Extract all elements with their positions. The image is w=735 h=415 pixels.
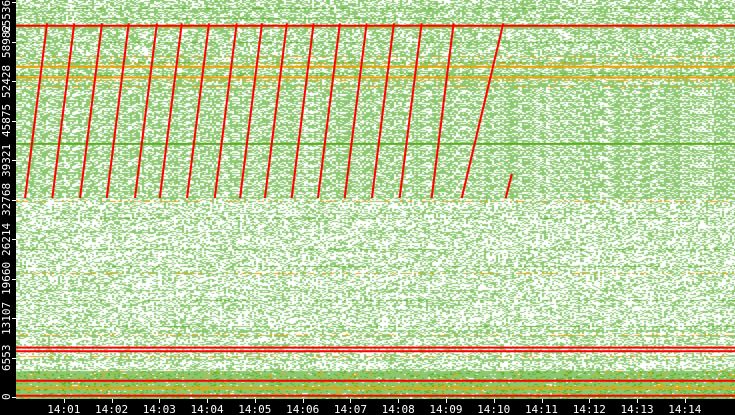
port-scan-line <box>133 23 158 199</box>
y-tick-label: 39321 <box>0 143 13 177</box>
y-tick-label: 32768 <box>0 182 13 217</box>
port-scan-line <box>158 23 183 199</box>
x-tick-label: 14:05 <box>238 403 272 415</box>
x-tick-label: 14:02 <box>94 403 129 415</box>
x-tick-label: 14:14 <box>668 403 702 415</box>
scan-lines-layer <box>16 23 735 397</box>
y-tick-label: 13107 <box>0 301 13 335</box>
x-tick-label: 14:09 <box>429 403 463 415</box>
x-tick-label: 14:12 <box>572 403 606 415</box>
y-tick-label: 19660 <box>0 261 13 296</box>
y-tick-label: 6553 <box>0 344 13 371</box>
port-scan-line <box>186 23 210 199</box>
port-scan-line <box>79 23 103 199</box>
port-scan-line <box>51 23 76 199</box>
port-scan-line <box>105 23 130 199</box>
x-tick-label: 14:01 <box>47 403 81 415</box>
y-tick-label: 65536 <box>0 0 13 34</box>
plot-area <box>16 0 735 399</box>
port-scan-line <box>398 23 423 199</box>
port-scan-line <box>263 23 288 199</box>
x-tick-label: 14:06 <box>286 403 320 415</box>
y-tick-label: 0 <box>0 393 13 401</box>
port-scan-line <box>290 23 315 199</box>
port-time-heatmap: 0 6553 13107 19660 26214 32768 39321 45875 52428… <box>0 0 735 415</box>
x-tick-label: 14:07 <box>333 403 367 415</box>
y-tick-label: 45875 <box>0 103 13 138</box>
y-tick-label: 52428 <box>0 64 13 98</box>
port-scan-line <box>370 23 395 199</box>
port-scan-line <box>460 23 505 199</box>
port-scan-line <box>213 23 238 199</box>
port-scan-line <box>343 23 368 199</box>
x-tick-label: 14:08 <box>381 403 415 415</box>
port-scan-line <box>24 23 49 199</box>
x-tick-label: 14:03 <box>142 403 176 415</box>
x-tick-label: 14:10 <box>477 403 511 415</box>
x-tick-label: 14:11 <box>524 403 559 415</box>
x-tick-label: 14:04 <box>190 403 224 415</box>
port-scan-line <box>316 23 341 199</box>
y-tick-label: 26214 <box>0 222 13 256</box>
port-scan-line <box>239 23 264 199</box>
x-tick-label: 14:13 <box>620 403 654 415</box>
port-scan-line <box>430 23 455 199</box>
port-scan-line <box>504 173 513 199</box>
